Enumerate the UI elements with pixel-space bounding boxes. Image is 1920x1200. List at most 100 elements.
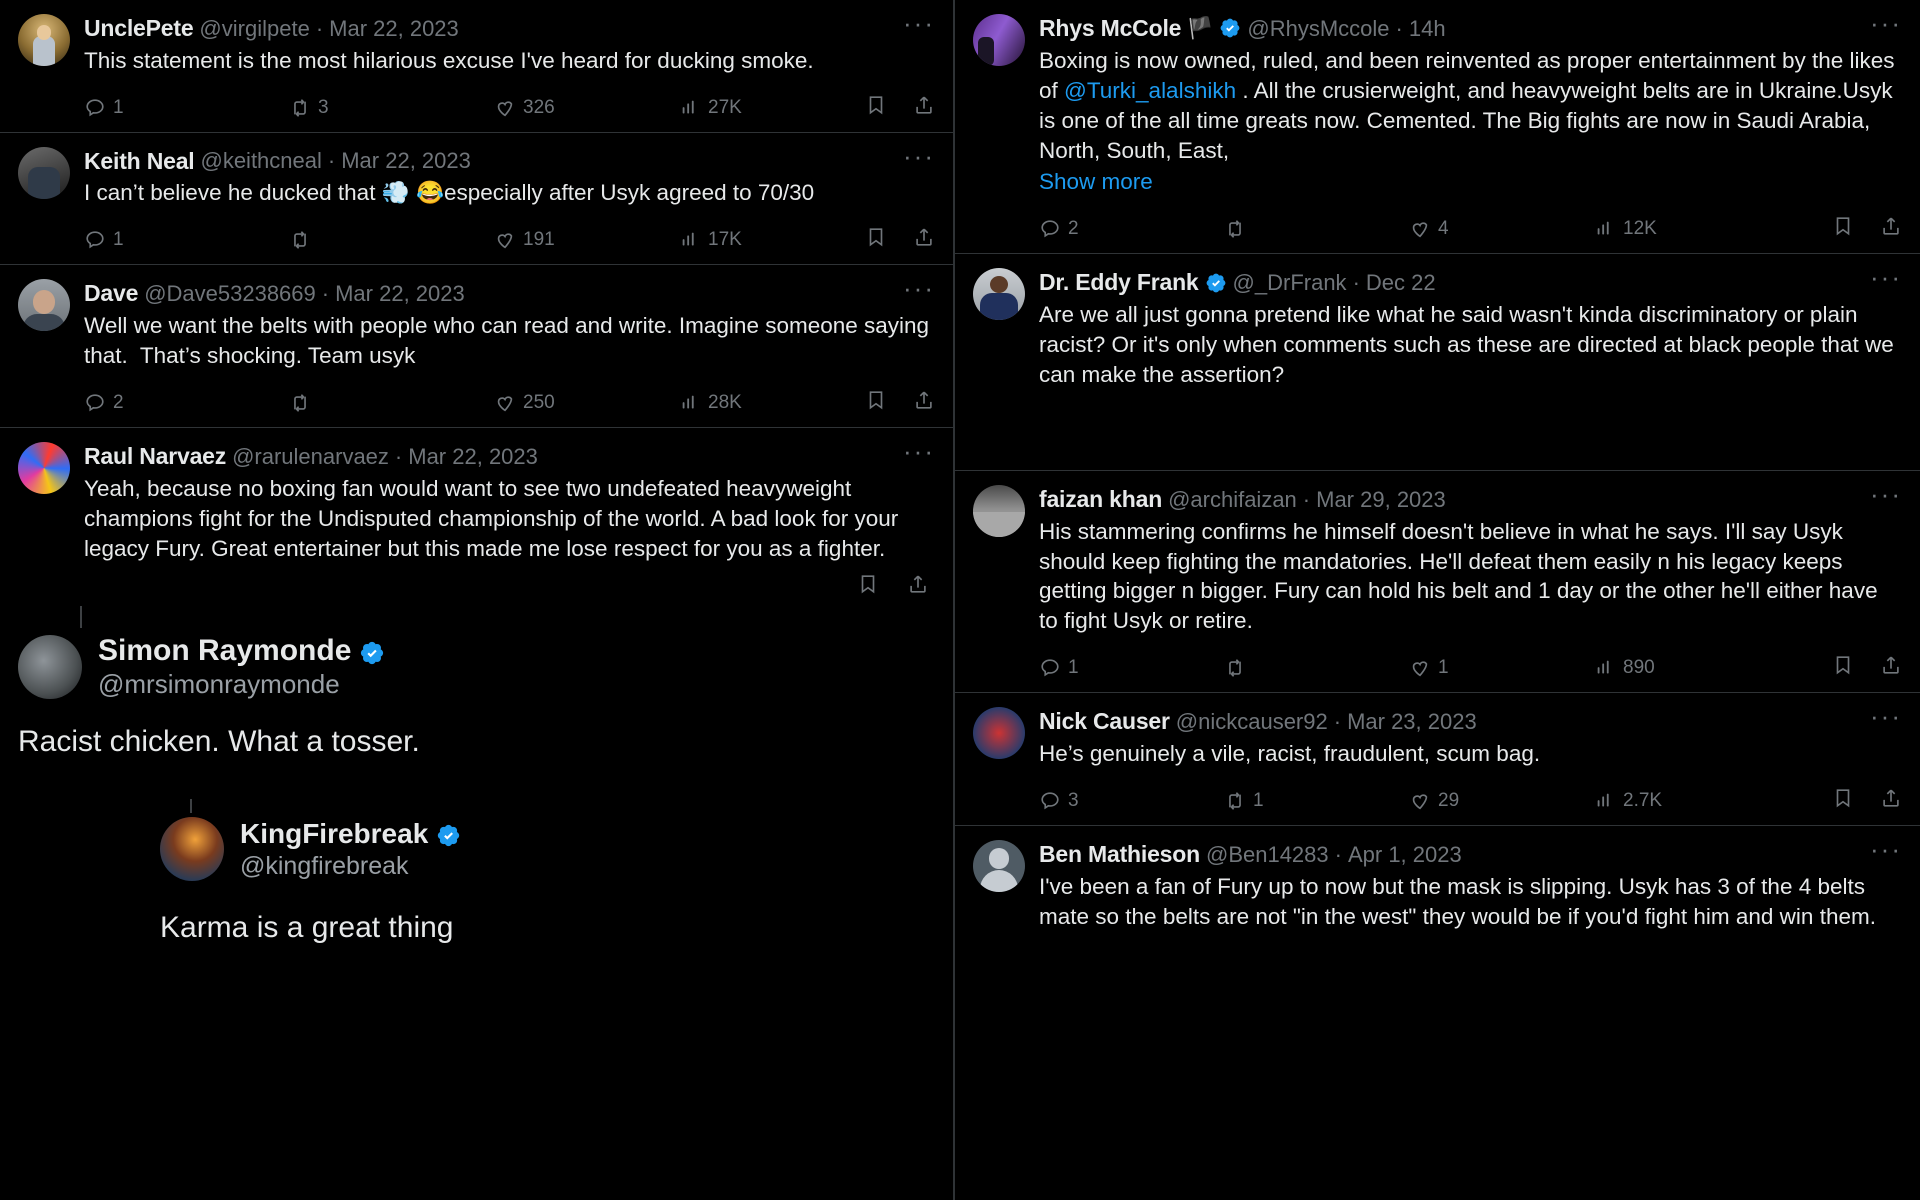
more-options-icon[interactable]: ··· [1870, 836, 1902, 862]
bookmark-icon[interactable] [1832, 654, 1854, 682]
timestamp[interactable]: Mar 22, 2023 [335, 280, 465, 308]
share-icon[interactable] [913, 389, 935, 417]
user-handle[interactable]: @archifaizan [1168, 486, 1297, 514]
timestamp[interactable]: Apr 1, 2023 [1348, 841, 1462, 869]
avatar[interactable] [973, 14, 1025, 66]
more-options-icon[interactable]: ··· [903, 10, 935, 36]
avatar[interactable] [973, 268, 1025, 321]
tweet-item[interactable]: Dave @Dave53238669 · Mar 22, 2023 Well w… [0, 265, 953, 428]
reply-button[interactable]: 1 [84, 97, 289, 119]
mention-link[interactable]: @Turki_alalshikh [1064, 78, 1236, 103]
display-name[interactable]: Keith Neal [84, 147, 195, 176]
user-handle[interactable]: @kingfirebreak [240, 852, 458, 881]
timestamp[interactable]: Mar 29, 2023 [1316, 486, 1446, 514]
more-options-icon[interactable]: ··· [903, 275, 935, 301]
user-handle[interactable]: @mrsimonraymonde [98, 669, 381, 699]
more-options-icon[interactable]: ··· [903, 438, 935, 464]
bookmark-icon[interactable] [857, 573, 879, 600]
user-handle[interactable]: @virgilpete [199, 15, 309, 43]
display-name[interactable]: faizan khan [1039, 485, 1162, 514]
like-button[interactable]: 250 [494, 392, 679, 414]
avatar[interactable] [973, 839, 1025, 892]
display-name[interactable]: Dave [84, 279, 138, 308]
display-name[interactable]: Simon Raymonde [98, 634, 351, 668]
user-handle[interactable]: @_DrFrank [1233, 269, 1347, 297]
bookmark-icon[interactable] [865, 389, 887, 417]
retweet-button[interactable]: 1 [1224, 790, 1409, 812]
like-button[interactable]: 326 [494, 97, 679, 119]
share-icon[interactable] [913, 226, 935, 254]
display-name[interactable]: Dr. Eddy Frank [1039, 268, 1199, 297]
more-options-icon[interactable]: ··· [1870, 703, 1902, 729]
display-name[interactable]: KingFirebreak [240, 818, 428, 850]
share-icon[interactable] [913, 94, 935, 122]
timestamp[interactable]: Mar 23, 2023 [1347, 708, 1477, 736]
reply-button[interactable]: 2 [1039, 218, 1224, 240]
like-button[interactable]: 191 [494, 229, 679, 251]
share-icon[interactable] [1880, 787, 1902, 815]
views-button[interactable]: 28K [679, 392, 799, 414]
display-name[interactable]: Rhys McCole [1039, 14, 1181, 43]
share-icon[interactable] [1880, 654, 1902, 682]
embedded-tweet-simon[interactable]: Simon Raymonde @mrsimonraymonde Racist c… [0, 606, 953, 759]
avatar[interactable] [973, 707, 1025, 760]
display-name[interactable]: Ben Mathieson [1039, 840, 1200, 869]
avatar[interactable] [18, 14, 70, 66]
views-button[interactable]: 17K [679, 229, 799, 251]
tweet-item[interactable]: UnclePete @virgilpete · Mar 22, 2023 Thi… [0, 0, 953, 133]
reply-button[interactable]: 3 [1039, 790, 1224, 812]
avatar[interactable] [18, 279, 70, 332]
tweet-item[interactable]: Keith Neal @keithcneal · Mar 22, 2023 I … [0, 133, 953, 266]
display-name[interactable]: UnclePete [84, 14, 194, 43]
views-button[interactable]: 890 [1594, 657, 1714, 679]
timestamp[interactable]: Mar 22, 2023 [329, 15, 459, 43]
more-options-icon[interactable]: ··· [1870, 264, 1902, 290]
bookmark-icon[interactable] [865, 226, 887, 254]
tweet-item[interactable]: faizan khan @archifaizan · Mar 29, 2023 … [955, 471, 1920, 694]
retweet-button[interactable] [1224, 657, 1409, 679]
timestamp[interactable]: Mar 22, 2023 [341, 147, 471, 175]
tweet-item[interactable]: Rhys McCole 🏴 @RhysMccole · 14h Boxing i… [955, 0, 1920, 255]
timestamp[interactable]: Dec 22 [1366, 269, 1436, 297]
tweet-item[interactable]: Raul Narvaez @rarulenarvaez · Mar 22, 20… [0, 428, 953, 607]
like-button[interactable]: 29 [1409, 790, 1594, 812]
user-handle[interactable]: @RhysMccole [1247, 15, 1389, 43]
display-name[interactable]: Raul Narvaez [84, 442, 226, 471]
embedded-tweet-kingfirebreak[interactable]: KingFirebreak @kingfirebreak Karma is a … [160, 799, 953, 945]
more-options-icon[interactable]: ··· [1870, 481, 1902, 507]
more-options-icon[interactable]: ··· [903, 143, 935, 169]
timestamp[interactable]: 14h [1409, 15, 1446, 43]
bookmark-icon[interactable] [865, 94, 887, 122]
avatar[interactable] [160, 817, 224, 882]
user-handle[interactable]: @Ben14283 [1206, 841, 1329, 869]
share-icon[interactable] [907, 573, 929, 600]
retweet-button[interactable] [289, 392, 494, 414]
views-button[interactable]: 27K [679, 97, 799, 119]
user-handle[interactable]: @keithcneal [200, 147, 321, 175]
retweet-button[interactable]: 3 [289, 97, 494, 119]
retweet-button[interactable] [1224, 218, 1409, 240]
show-more-link[interactable]: Show more [1039, 167, 1902, 197]
retweet-button[interactable] [289, 229, 494, 251]
like-button[interactable]: 4 [1409, 218, 1594, 240]
views-button[interactable]: 12K [1594, 218, 1714, 240]
bookmark-icon[interactable] [1832, 787, 1854, 815]
share-icon[interactable] [1880, 215, 1902, 243]
avatar[interactable] [18, 146, 70, 199]
tweet-item[interactable]: Ben Mathieson @Ben14283 · Apr 1, 2023 I'… [955, 826, 1920, 938]
like-button[interactable]: 1 [1409, 657, 1594, 679]
user-handle[interactable]: @rarulenarvaez [232, 443, 389, 471]
views-button[interactable]: 2.7K [1594, 790, 1714, 812]
user-handle[interactable]: @nickcauser92 [1176, 708, 1328, 736]
display-name[interactable]: Nick Causer [1039, 707, 1170, 736]
reply-button[interactable]: 1 [84, 229, 289, 251]
avatar[interactable] [18, 441, 70, 494]
avatar[interactable] [18, 634, 82, 699]
avatar[interactable] [973, 484, 1025, 537]
user-handle[interactable]: @Dave53238669 [144, 280, 316, 308]
tweet-item[interactable]: Dr. Eddy Frank @_DrFrank · Dec 22 Are we… [955, 254, 1920, 471]
more-options-icon[interactable]: ··· [1870, 10, 1902, 36]
tweet-item[interactable]: Nick Causer @nickcauser92 · Mar 23, 2023… [955, 693, 1920, 826]
bookmark-icon[interactable] [1832, 215, 1854, 243]
reply-button[interactable]: 1 [1039, 657, 1224, 679]
